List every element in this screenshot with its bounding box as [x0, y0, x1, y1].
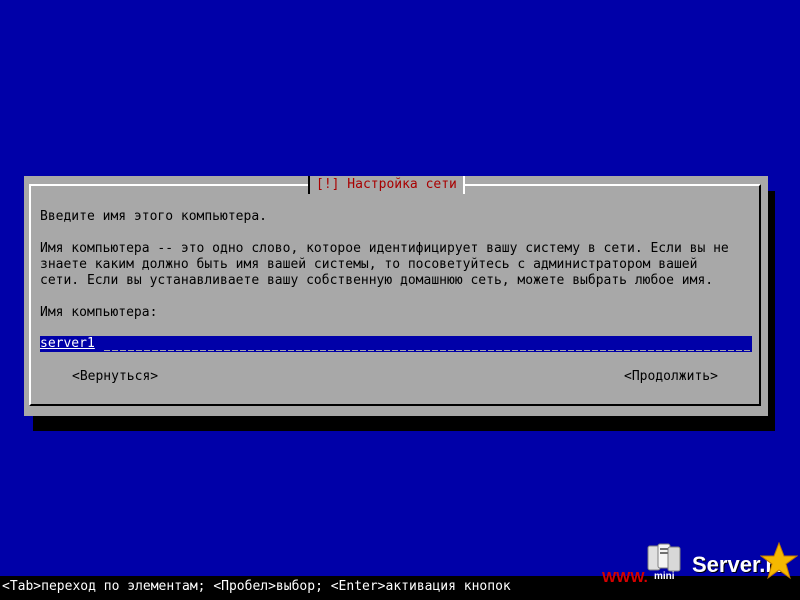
hostname-field-label: Имя компьютера:: [40, 305, 158, 320]
watermark-mini: mini: [654, 571, 675, 582]
network-config-dialog: [!] Настройка сети Введите имя этого ком…: [24, 176, 768, 416]
keyboard-help-text: <Tab>переход по элементам; <Пробел>выбор…: [2, 579, 511, 594]
watermark-www: WWW.: [602, 569, 648, 586]
server-tower-icon: [647, 543, 681, 572]
hostname-input-value[interactable]: server1: [40, 336, 95, 352]
hostname-input[interactable]: server1: [40, 336, 752, 352]
hostname-description: Имя компьютера -- это одно слово, которо…: [40, 241, 729, 288]
watermark-logo: WWW. mini Server.ru: [596, 540, 800, 600]
hostname-prompt: Введите имя этого компьютера.: [40, 209, 267, 224]
star-icon: [760, 542, 798, 580]
back-button[interactable]: <Вернуться>: [72, 369, 158, 385]
input-fill-underscores: [104, 336, 752, 352]
installer-screen: [!] Настройка сети Введите имя этого ком…: [0, 0, 800, 600]
dialog-title: [!] Настройка сети: [308, 176, 465, 194]
continue-button[interactable]: <Продолжить>: [624, 369, 718, 385]
